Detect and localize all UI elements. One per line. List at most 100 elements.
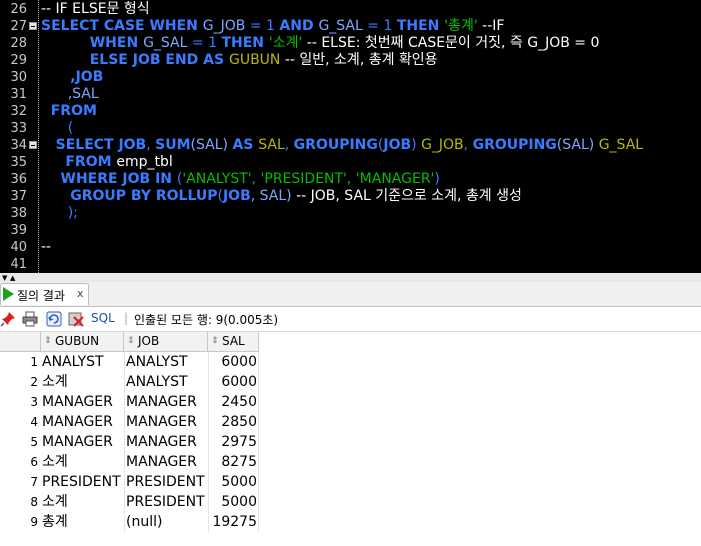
cell-job: MANAGER [126, 454, 197, 470]
run-play-icon [3, 287, 14, 301]
code-token: (SAL) [190, 137, 233, 153]
code-token: GROUP BY ROLLUP [41, 188, 218, 204]
code-token: --IF [477, 18, 505, 34]
code-token: G_SAL [143, 35, 192, 51]
row-number: 3 [30, 395, 38, 409]
code-token: G_SAL [318, 18, 368, 34]
sort-icon: ⇕ [44, 336, 52, 346]
code-token: WHERE JOB IN [41, 171, 177, 187]
code-token: SUM [155, 137, 191, 153]
row-number: 5 [30, 435, 38, 449]
code-token: = 1 [367, 18, 397, 34]
code-token: , SAL) [250, 188, 297, 204]
code-token: ) [434, 171, 440, 187]
code-line: FROM emp_tbl [41, 154, 173, 171]
cell-job: ANALYST [126, 354, 188, 370]
table-row[interactable]: 1 ANALYST ANALYST 6000 [0, 352, 259, 372]
cell-sal: 5000 [221, 474, 257, 490]
splitter-down-arrow-icon[interactable]: ▼ [2, 274, 7, 282]
cell-gubun: ANALYST [42, 354, 104, 370]
cell-gubun: MANAGER [42, 414, 113, 430]
cell-gubun: PRESIDENT [42, 474, 121, 490]
cell-sal: 5000 [221, 494, 257, 510]
code-token: AND [279, 18, 319, 34]
code-token: SELECT JOB [41, 137, 147, 153]
code-token: WHEN [41, 35, 144, 51]
code-token: SELECT CASE WHEN [41, 18, 203, 34]
column-header-gubun[interactable]: ⇕ GUBUN [41, 332, 124, 352]
code-token: emp_tbl [116, 154, 173, 170]
code-token: FROM [41, 103, 97, 119]
line-number: 31 [10, 87, 27, 102]
code-line: GROUP BY ROLLUP(JOB, SAL) -- JOB, SAL 기준… [41, 188, 522, 205]
code-token: ); [41, 205, 78, 221]
table-row[interactable]: 6 소계 MANAGER 8275 [0, 452, 259, 472]
line-number: 30 [10, 70, 27, 85]
table-row[interactable]: 3 MANAGER MANAGER 2450 [0, 392, 259, 412]
code-token: '총계' [444, 18, 478, 34]
code-token: ) [411, 137, 422, 153]
column-label: GUBUN [55, 334, 100, 348]
code-token: JOB [222, 188, 251, 204]
code-token: -- ELSE: 첫번째 CASE문이 거짓, 즉 G_JOB = 0 [302, 35, 600, 51]
table-row[interactable]: 7 PRESIDENT PRESIDENT 5000 [0, 472, 259, 492]
line-number: 40 [10, 240, 27, 255]
cell-gubun: MANAGER [42, 394, 113, 410]
cell-gubun: MANAGER [42, 434, 113, 450]
cell-job: PRESIDENT [126, 474, 205, 490]
sort-icon: ⇕ [127, 336, 135, 346]
results-grid[interactable]: ⇕ GUBUN ⇕ JOB ⇕ SAL 1 ANALYST ANALYST 6000 2… [0, 332, 701, 546]
cell-sal: 6000 [221, 354, 257, 370]
print-icon[interactable] [22, 311, 38, 327]
code-line: FROM [41, 103, 97, 120]
line-number: 36 [10, 172, 27, 187]
pin-icon[interactable] [0, 311, 16, 327]
cell-job: PRESIDENT [126, 494, 205, 510]
row-number: 8 [30, 495, 38, 509]
tab-query-result[interactable]: 질의 결과 x [0, 283, 89, 305]
table-row[interactable]: 9 총계 (null) 19275 [0, 512, 259, 532]
cancel-query-icon[interactable] [68, 311, 84, 327]
fold-collapse-icon[interactable] [29, 22, 37, 30]
table-row[interactable]: 4 MANAGER MANAGER 2850 [0, 412, 259, 432]
cell-sal: 8275 [221, 454, 257, 470]
code-token: ELSE JOB END AS [41, 52, 229, 68]
line-number: 32 [10, 104, 27, 119]
refresh-sql-icon[interactable] [46, 311, 62, 327]
code-token: ,SAL [41, 86, 99, 102]
code-line: ); [41, 205, 78, 222]
code-token: = 1 [191, 35, 222, 51]
column-header-sal[interactable]: ⇕ SAL [208, 332, 259, 352]
line-number: 35 [10, 155, 27, 170]
results-toolbar: SQL | 인출된 모든 행: 9(0.005초) [0, 307, 701, 332]
fold-collapse-icon[interactable] [29, 141, 37, 149]
code-token: THEN [221, 35, 269, 51]
code-token: GROUPING [293, 137, 378, 153]
column-label: SAL [222, 334, 245, 348]
code-token: '소계' [268, 35, 303, 51]
table-row[interactable]: 2 소계 ANALYST 6000 [0, 372, 259, 392]
sql-button[interactable]: SQL [91, 311, 115, 325]
code-token: GROUPING [472, 137, 557, 153]
code-token: , [146, 137, 156, 153]
code-token: AS [232, 137, 259, 153]
cell-job: MANAGER [126, 414, 197, 430]
cell-gubun: 소계 [42, 454, 68, 470]
sql-editor[interactable]: 26 27 28 29 30 31 32 33 34 35 36 37 38 39 40 41 -- IF E… [0, 0, 701, 273]
code-line: ELSE JOB END AS GUBUN -- 일반, 소계, 총계 확인용 [41, 52, 438, 69]
row-number: 2 [30, 375, 38, 389]
code-token: -- [41, 239, 52, 255]
column-header-job[interactable]: ⇕ JOB [124, 332, 208, 352]
table-row[interactable]: 5 MANAGER MANAGER 2975 [0, 432, 259, 452]
code-token: , [284, 137, 294, 153]
cell-sal: 2975 [221, 434, 257, 450]
results-tab-bar: 질의 결과 x [0, 282, 701, 307]
close-tab-icon[interactable]: x [77, 287, 84, 300]
cell-gubun: 소계 [42, 494, 68, 510]
table-row[interactable]: 8 소계 PRESIDENT 5000 [0, 492, 259, 512]
line-number: 33 [10, 121, 27, 136]
code-line: ,SAL [41, 86, 99, 103]
row-number: 1 [30, 355, 38, 369]
row-number: 6 [30, 455, 38, 469]
splitter-up-arrow-icon[interactable]: ▲ [10, 274, 15, 282]
